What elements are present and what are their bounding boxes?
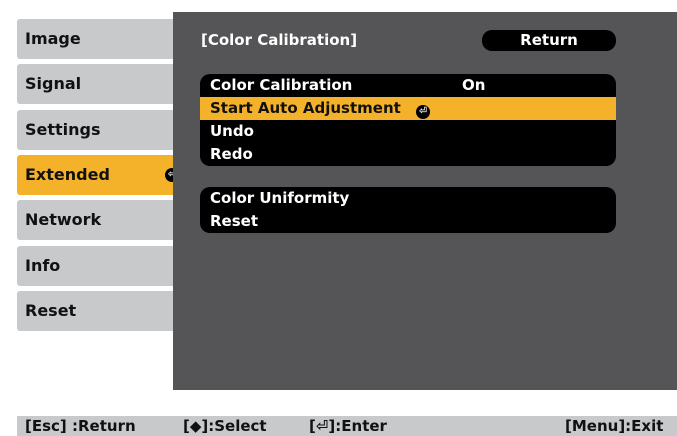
menu-item-label: Redo [210, 145, 253, 163]
menu-item-label: Reset [210, 212, 258, 230]
menu-item-undo[interactable]: Undo [200, 120, 616, 143]
sidebar-item-label: Extended [25, 165, 110, 184]
sidebar-item-image[interactable]: Image [17, 19, 187, 59]
sidebar-item-label: Reset [25, 301, 77, 320]
menu-item-redo[interactable]: Redo [200, 143, 616, 166]
return-button[interactable]: Return [482, 30, 616, 51]
menu-item-label: Color Calibration [210, 76, 353, 94]
sidebar-item-extended[interactable]: Extended ⏎ [17, 155, 187, 195]
sidebar-item-settings[interactable]: Settings [17, 110, 187, 150]
sidebar-item-label: Info [25, 256, 61, 275]
menu-item-color-calibration[interactable]: Color Calibration On [200, 74, 616, 97]
menu-item-label: Color Uniformity [210, 189, 350, 207]
sidebar-item-label: Image [25, 29, 81, 48]
footer-esc-hint: [Esc] :Return [25, 417, 136, 435]
menu-item-start-auto-adjustment[interactable]: Start Auto Adjustment ⏎ [200, 97, 616, 120]
sidebar-item-label: Signal [25, 74, 82, 93]
sidebar-item-label: Settings [25, 120, 101, 139]
footer-help-bar: [Esc] :Return [◆]:Select [⏎]:Enter [Menu… [17, 416, 677, 436]
menu-item-color-uniformity[interactable]: Color Uniformity [200, 187, 616, 210]
menu-group-uniformity: Color Uniformity Reset [200, 187, 616, 233]
sidebar-item-label: Network [25, 210, 102, 229]
menu-item-label: Start Auto Adjustment [210, 99, 401, 117]
footer-enter-hint: [⏎]:Enter [309, 417, 387, 435]
enter-icon: ⏎ [416, 105, 431, 119]
sidebar-item-signal[interactable]: Signal [17, 64, 187, 104]
menu-item-label: Undo [210, 122, 254, 140]
sidebar-item-reset[interactable]: Reset [17, 291, 187, 331]
menu-item-value: On [462, 76, 486, 94]
sidebar-item-info[interactable]: Info [17, 246, 187, 286]
page-title: [Color Calibration] [201, 31, 358, 49]
footer-select-hint: [◆]:Select [183, 417, 267, 435]
menu-item-reset[interactable]: Reset [200, 210, 616, 233]
sidebar-item-network[interactable]: Network [17, 200, 187, 240]
menu-group-calibration: Color Calibration On Start Auto Adjustme… [200, 74, 616, 166]
footer-menu-hint: [Menu]:Exit [565, 417, 664, 435]
